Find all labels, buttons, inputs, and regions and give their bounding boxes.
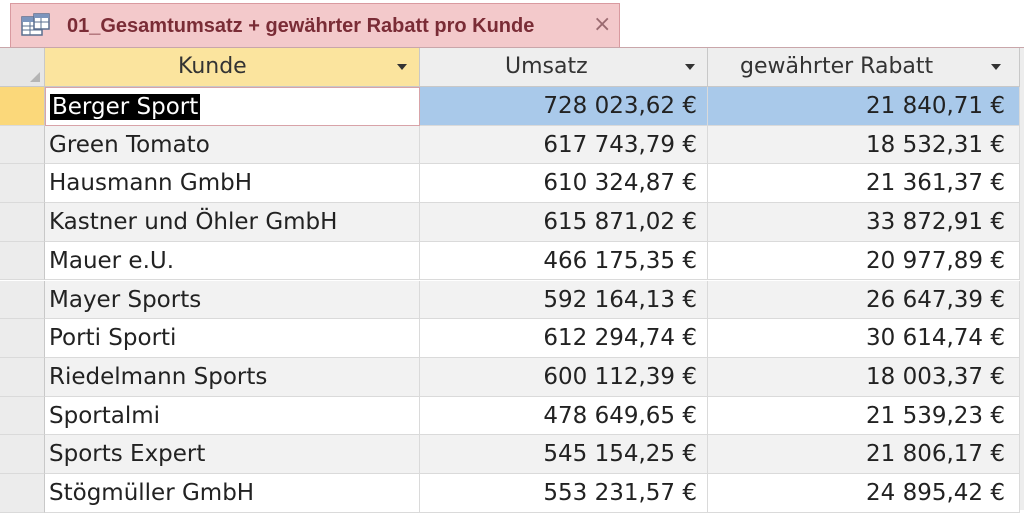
cell-rabatt[interactable]: 21 361,37 €	[708, 164, 1020, 204]
cell-rabatt[interactable]: 26 647,39 €	[708, 280, 1020, 320]
record-selector[interactable]	[0, 396, 45, 436]
table-row[interactable]: Sportalmi 478 649,65 €21 539,23 €	[0, 396, 1020, 436]
cell-rabatt[interactable]: 18 003,37 €	[708, 357, 1020, 397]
datasheet-grid: Kunde Umsatz gewährter Rabatt Berger Spo…	[0, 48, 1024, 513]
record-selector[interactable]	[0, 357, 45, 397]
chevron-down-icon[interactable]	[685, 64, 695, 70]
record-selector[interactable]	[0, 125, 45, 165]
cell-kunde[interactable]: Green Tomato	[45, 125, 420, 165]
cell-rabatt[interactable]: 21 539,23 €	[708, 396, 1020, 436]
record-selector[interactable]	[0, 241, 45, 281]
cell-text: Mauer e.U.	[49, 247, 175, 274]
cell-text: Riedelmann Sports	[49, 363, 268, 390]
cell-text: Hausmann GmbH	[49, 170, 253, 197]
cell-umsatz[interactable]: 600 112,39 €	[420, 357, 708, 397]
record-selector[interactable]	[0, 319, 45, 358]
cell-kunde[interactable]: Riedelmann Sports	[45, 357, 420, 397]
document-tab-bar: 01_Gesamtumsatz + gewährter Rabatt pro K…	[0, 0, 1024, 48]
cell-rabatt[interactable]: 30 614,74 €	[708, 319, 1020, 358]
cell-text: Mayer Sports	[49, 286, 202, 313]
cell-kunde[interactable]: Berger Sport	[45, 87, 420, 126]
cell-text: Green Tomato	[49, 131, 210, 158]
cell-umsatz[interactable]: 617 743,79 €	[420, 125, 708, 165]
cell-umsatz[interactable]: 553 231,57 €	[420, 474, 708, 513]
table-row[interactable]: Hausmann GmbH 610 324,87 €21 361,37 €	[0, 164, 1020, 204]
close-icon[interactable]: ×	[593, 12, 611, 38]
column-header-label: Umsatz	[505, 54, 588, 79]
cell-umsatz[interactable]: 615 871,02 €	[420, 203, 708, 242]
table-row[interactable]: Berger Sport 728 023,62 €21 840,71 €	[0, 87, 1020, 126]
record-selector[interactable]	[0, 435, 45, 474]
cell-text: Stögmüller GmbH	[49, 480, 255, 506]
cell-kunde[interactable]: Mayer Sports	[45, 280, 420, 320]
cell-kunde[interactable]: Sports Expert	[45, 435, 420, 474]
cell-umsatz[interactable]: 592 164,13 €	[420, 280, 708, 320]
record-selector[interactable]	[0, 164, 45, 204]
record-selector[interactable]	[0, 203, 45, 242]
cell-umsatz[interactable]: 610 324,87 €	[420, 164, 708, 204]
cell-text: Berger Sport	[50, 94, 201, 120]
cell-kunde[interactable]: Mauer e.U.	[45, 241, 420, 281]
cell-kunde[interactable]: Hausmann GmbH	[45, 164, 420, 204]
cell-text: Porti Sporti	[49, 325, 177, 352]
cell-rabatt[interactable]: 21 840,71 €	[708, 87, 1020, 126]
column-header-label: gewährter Rabatt	[740, 54, 934, 79]
table-row[interactable]: Kastner und Öhler GmbH 615 871,02 €33 872…	[0, 203, 1020, 242]
cell-rabatt[interactable]: 20 977,89 €	[708, 241, 1020, 281]
cell-rabatt[interactable]: 33 872,91 €	[708, 203, 1020, 242]
query-datasheet-icon	[21, 13, 51, 39]
cell-rabatt[interactable]: 24 895,42 €	[708, 474, 1020, 513]
column-header-label: Kunde	[178, 54, 247, 79]
query-tab[interactable]: 01_Gesamtumsatz + gewährter Rabatt pro K…	[10, 3, 620, 48]
cell-umsatz[interactable]: 466 175,35 €	[420, 241, 708, 281]
cell-umsatz[interactable]: 545 154,25 €	[420, 435, 708, 474]
cell-kunde[interactable]: Stögmüller GmbH	[45, 474, 420, 513]
table-row[interactable]: Riedelmann Sports 600 112,39 €18 003,37 €	[0, 357, 1020, 397]
cell-rabatt[interactable]: 18 532,31 €	[708, 125, 1020, 165]
cell-text: Sports Expert	[49, 441, 206, 468]
table-row[interactable]: Mauer e.U. 466 175,35 €20 977,89 €	[0, 241, 1020, 281]
record-selector[interactable]	[0, 87, 45, 126]
chevron-down-icon[interactable]	[397, 64, 407, 70]
column-header-umsatz[interactable]: Umsatz	[420, 48, 708, 87]
table-row[interactable]: Green Tomato 617 743,79 €18 532,31 €	[0, 125, 1020, 165]
table-row[interactable]: Mayer Sports 592 164,13 €26 647,39 €	[0, 280, 1020, 320]
column-header-rabatt[interactable]: gewährter Rabatt	[708, 48, 1020, 87]
chevron-down-icon[interactable]	[991, 64, 1001, 70]
table-row[interactable]: Stögmüller GmbH 553 231,57 €24 895,42 €	[0, 474, 1020, 513]
cell-kunde[interactable]: Sportalmi	[45, 396, 420, 436]
select-all-button[interactable]	[0, 48, 45, 87]
cell-text: Kastner und Öhler GmbH	[49, 209, 338, 236]
cell-kunde[interactable]: Porti Sporti	[45, 319, 420, 358]
cell-rabatt[interactable]: 21 806,17 €	[708, 435, 1020, 474]
cell-umsatz[interactable]: 612 294,74 €	[420, 319, 708, 358]
cell-kunde[interactable]: Kastner und Öhler GmbH	[45, 203, 420, 242]
cell-umsatz[interactable]: 728 023,62 €	[420, 87, 708, 126]
record-selector[interactable]	[0, 474, 45, 513]
column-header-kunde[interactable]: Kunde	[45, 48, 420, 87]
table-row[interactable]: Sports Expert 545 154,25 €21 806,17 €	[0, 435, 1020, 474]
table-row[interactable]: Porti Sporti 612 294,74 €30 614,74 €	[0, 319, 1020, 358]
cell-umsatz[interactable]: 478 649,65 €	[420, 396, 708, 436]
tab-title: 01_Gesamtumsatz + gewährter Rabatt pro K…	[67, 15, 535, 37]
grid-right-edge	[1020, 48, 1024, 510]
cell-text: Sportalmi	[49, 402, 161, 429]
record-selector[interactable]	[0, 280, 45, 320]
